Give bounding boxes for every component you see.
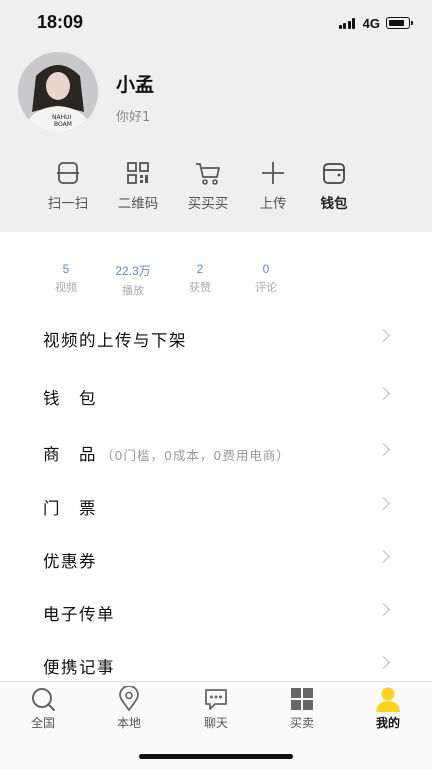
tab-chat[interactable]: 聊天 (186, 686, 246, 731)
chevron-right-icon (377, 656, 390, 669)
status-indicators: 4G (338, 15, 413, 31)
chevron-right-icon (377, 550, 390, 563)
signature[interactable]: 你好1 (116, 106, 150, 125)
tab-label: 买卖 (289, 716, 314, 730)
chevron-right-icon (377, 387, 390, 400)
grid-icon (291, 688, 313, 710)
tab-label: 本地 (116, 716, 141, 730)
status-bar: 18:09 4G (0, 0, 432, 46)
tab-label: 全国 (30, 716, 55, 730)
chevron-right-icon (377, 603, 390, 616)
search-icon (32, 688, 56, 712)
menu-item-coupons[interactable]: 优惠券 (0, 539, 432, 579)
network-type: 4G (362, 15, 380, 31)
wallet-label: 钱包 (320, 196, 348, 212)
menu-item-wallet[interactable]: 钱 包 (0, 376, 432, 416)
stat-videos[interactable]: 5 视频 (36, 262, 96, 295)
chat-bubble-icon (205, 689, 227, 710)
menu-item-e-flyer[interactable]: 电子传单 (0, 592, 432, 632)
qrcode-label: 二维码 (117, 196, 159, 212)
avatar[interactable]: NAHUI BOAM (18, 52, 98, 132)
plus-icon (262, 162, 284, 184)
username[interactable]: 小孟 (116, 70, 154, 97)
menu-item-label: 便携记事 (43, 658, 115, 677)
stat-videos-value: 5 (62, 262, 70, 276)
stat-plays-value: 22.3万 (115, 264, 151, 278)
stat-comments[interactable]: 0 评论 (236, 262, 296, 295)
stats-row: 5 视频 22.3万 播放 2 获赞 0 评论 (34, 262, 304, 298)
menu-item-label: 优惠券 (43, 552, 97, 571)
menu-item-notes[interactable]: 便携记事 (0, 645, 432, 685)
scan-button[interactable]: 扫一扫 (33, 160, 103, 212)
stat-comments-label: 评论 (255, 281, 277, 294)
stat-likes-label: 获赞 (189, 281, 211, 294)
menu-item-subtitle: （0门槛，0成本，0费用电商） (101, 448, 290, 463)
menu-item-label: 门 票 (43, 499, 97, 518)
menu-item-title: 商 品 (43, 445, 97, 464)
chevron-right-icon (377, 443, 390, 456)
chevron-right-icon (377, 329, 390, 342)
tab-local[interactable]: 本地 (99, 686, 159, 731)
shopping-button[interactable]: 买买买 (173, 160, 243, 212)
tab-label: 聊天 (203, 716, 228, 730)
wallet-button[interactable]: 钱包 (299, 160, 369, 212)
qrcode-icon (127, 162, 149, 184)
signal-icon (338, 17, 357, 29)
home-indicator (139, 754, 293, 759)
menu-item-label: 钱 包 (43, 389, 97, 408)
chevron-right-icon (377, 497, 390, 510)
status-time: 18:09 (37, 12, 84, 32)
menu-item-label: 电子传单 (43, 605, 115, 624)
svg-text:BOAM: BOAM (54, 121, 72, 128)
scan-icon (57, 162, 79, 184)
stat-comments-value: 0 (262, 262, 270, 276)
menu-item-tickets[interactable]: 门 票 (0, 486, 432, 526)
tab-nationwide[interactable]: 全国 (13, 686, 73, 731)
user-icon (376, 687, 400, 712)
menu-item-video-upload[interactable]: 视频的上传与下架 (0, 318, 432, 358)
location-pin-icon (119, 686, 139, 712)
tab-label: 我的 (375, 716, 400, 730)
shopping-label: 买买买 (187, 196, 229, 212)
menu-item-products[interactable]: 商 品 （0门槛，0成本，0费用电商） (0, 432, 432, 472)
stat-plays-label: 播放 (122, 284, 144, 297)
qrcode-button[interactable]: 二维码 (103, 160, 173, 212)
tab-mine[interactable]: 我的 (358, 686, 418, 731)
quick-actions: 扫一扫 二维码 买买买 上传 钱包 (36, 160, 406, 212)
upload-label: 上传 (259, 196, 287, 212)
stat-likes[interactable]: 2 获赞 (170, 262, 230, 295)
avatar-shirt-print: NAHUI (52, 114, 71, 121)
avatar-image: NAHUI BOAM (18, 52, 98, 132)
tab-trade[interactable]: 买卖 (272, 686, 332, 731)
menu-item-label: 商 品 （0门槛，0成本，0费用电商） (43, 441, 290, 465)
profile-header: 18:09 4G NAHUI BOAM 小孟 你好1 扫一扫 二维码 买买买 上… (0, 0, 432, 232)
stat-likes-value: 2 (196, 262, 204, 276)
wallet-icon (323, 163, 345, 184)
menu-item-label: 视频的上传与下架 (43, 331, 187, 350)
stat-videos-label: 视频 (55, 281, 77, 294)
stat-plays[interactable]: 22.3万 播放 (103, 262, 163, 298)
battery-icon (386, 17, 413, 29)
upload-button[interactable]: 上传 (238, 160, 308, 212)
cart-icon (196, 163, 220, 185)
scan-label: 扫一扫 (47, 196, 89, 212)
